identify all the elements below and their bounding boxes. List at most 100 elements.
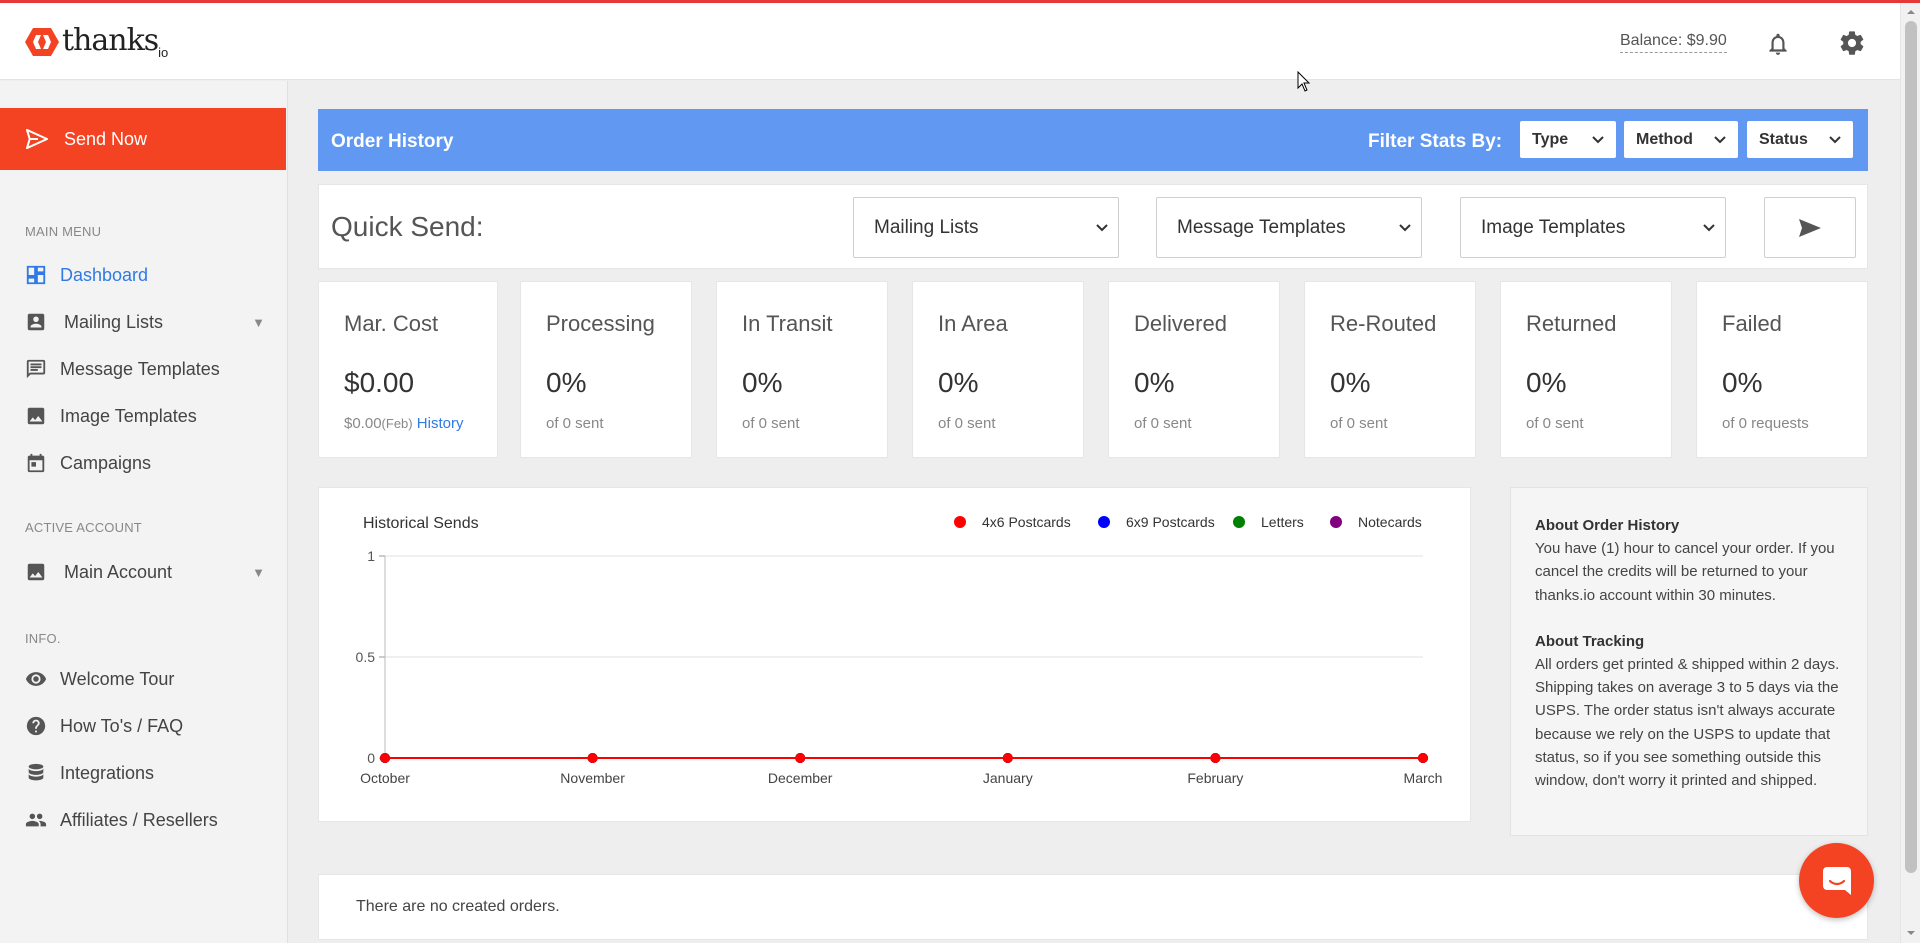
order-history-bar: Order History Filter Stats By: Type Meth… — [318, 109, 1868, 171]
filter-type-label: Type — [1532, 130, 1569, 148]
chevron-down-icon — [1703, 223, 1715, 231]
legend-label: Letters — [1261, 514, 1304, 530]
sidebar: Send Now MAIN MENU Dashboard Mailing Lis… — [0, 81, 288, 943]
previous-month: (Feb) — [381, 416, 413, 431]
sidebar-item-image-templates[interactable]: Image Templates — [25, 398, 265, 434]
sidebar-item-integrations[interactable]: Integrations — [25, 755, 265, 791]
scrollbar-thumb[interactable] — [1905, 21, 1917, 873]
stat-title: Returned — [1526, 311, 1617, 336]
section-label-main-menu: MAIN MENU — [25, 224, 102, 239]
stat-card-failed: Failed 0% of 0 requests — [1696, 281, 1868, 458]
stat-sub: of 0 sent — [1330, 415, 1388, 432]
message-icon — [26, 359, 46, 379]
caret-down-icon[interactable]: ▼ — [252, 315, 265, 330]
chevron-down-icon — [1829, 135, 1841, 143]
send-now-label: Send Now — [64, 128, 148, 149]
logo-text: thanksio — [62, 23, 169, 60]
image-templates-select-value: Image Templates — [1481, 216, 1626, 238]
filter-type-dropdown[interactable]: Type — [1520, 121, 1616, 158]
chevron-down-icon — [1096, 223, 1108, 231]
stat-value: $0.00 — [344, 367, 415, 398]
bell-icon[interactable] — [1765, 31, 1791, 57]
chat-icon — [1822, 866, 1851, 895]
previous-cost: $0.00 — [344, 415, 382, 432]
filter-status-dropdown[interactable]: Status — [1747, 121, 1853, 158]
about-order-history-title: About Order History — [1535, 517, 1680, 534]
data-point — [380, 753, 390, 763]
data-point — [1002, 753, 1013, 763]
stat-title: Re-Routed — [1330, 311, 1437, 336]
y-tick-label: 0.5 — [356, 649, 376, 665]
send-now-button[interactable]: Send Now — [0, 108, 286, 170]
sidebar-item-label: How To's / FAQ — [60, 715, 184, 736]
message-templates-select-value: Message Templates — [1177, 216, 1346, 238]
stat-sub: of 0 sent — [1134, 415, 1192, 432]
sidebar-item-label: Mailing Lists — [64, 311, 164, 332]
image-templates-select[interactable]: Image Templates — [1460, 197, 1726, 258]
history-link[interactable]: History — [417, 415, 464, 432]
mouse-cursor-icon — [1297, 71, 1311, 92]
sidebar-item-message-templates[interactable]: Message Templates — [25, 351, 265, 387]
message-templates-select[interactable]: Message Templates — [1156, 197, 1422, 258]
balance-link[interactable]: Balance: $9.90 — [1620, 32, 1727, 53]
filter-stats-label: Filter Stats By: — [1368, 131, 1503, 152]
sidebar-item-campaigns[interactable]: Campaigns — [25, 445, 265, 481]
stat-title: Processing — [546, 311, 655, 336]
sidebar-item-affiliates[interactable]: Affiliates / Resellers — [25, 802, 265, 838]
caret-down-icon[interactable]: ▼ — [252, 565, 265, 580]
legend-marker — [1330, 516, 1342, 528]
image-icon — [27, 407, 45, 425]
about-panel: About Order History You have (1) hour to… — [1510, 487, 1868, 836]
gear-icon[interactable] — [1838, 29, 1866, 57]
contacts-icon — [27, 313, 45, 331]
chat-launcher-button[interactable] — [1799, 843, 1874, 918]
legend-label: Notecards — [1358, 514, 1422, 530]
stat-value: 0% — [1722, 367, 1763, 398]
chevron-down-icon — [1592, 135, 1604, 143]
stat-sub: $0.00(Feb) History — [344, 415, 463, 432]
sidebar-item-how-tos[interactable]: How To's / FAQ — [25, 708, 265, 744]
orders-table-card: There are no created orders. — [318, 874, 1868, 940]
stat-value: 0% — [1526, 367, 1567, 398]
stat-card-in-transit: In Transit 0% of 0 sent — [716, 281, 888, 458]
database-icon — [28, 763, 44, 781]
filter-status-label: Status — [1759, 130, 1808, 148]
page-scrollbar[interactable] — [1900, 3, 1920, 943]
stat-value: 0% — [938, 367, 979, 398]
y-tick-label: 1 — [367, 548, 375, 564]
sidebar-item-dashboard[interactable]: Dashboard — [25, 257, 265, 293]
x-tick-label: March — [1404, 770, 1443, 786]
about-order-history-text: You have (1) hour to cancel your order. … — [1535, 540, 1835, 604]
stat-title: In Transit — [742, 311, 833, 336]
historical-sends-chart: Historical Sends 1 0.5 0 October November Dece… — [356, 514, 1443, 786]
stat-title: Delivered — [1134, 311, 1227, 336]
scroll-down-arrow-icon[interactable] — [1906, 928, 1916, 938]
sidebar-item-mailing-lists[interactable]: Mailing Lists ▼ — [25, 304, 265, 340]
scroll-up-arrow-icon[interactable] — [1906, 7, 1916, 17]
logo[interactable]: thanksio — [24, 23, 168, 60]
stat-value: 0% — [1330, 367, 1371, 398]
sidebar-item-welcome-tour[interactable]: Welcome Tour — [25, 661, 265, 697]
filter-method-label: Method — [1636, 130, 1693, 148]
about-tracking-text: All orders get printed & shipped within … — [1535, 656, 1840, 790]
quick-send-label: Quick Send: — [331, 211, 484, 242]
section-label-info: INFO. — [25, 631, 61, 646]
quick-send-button[interactable] — [1764, 197, 1856, 258]
x-tick-label: February — [1187, 770, 1243, 786]
mailing-lists-select[interactable]: Mailing Lists — [853, 197, 1119, 258]
x-tick-label: December — [768, 770, 833, 786]
legend-marker — [1233, 516, 1245, 528]
legend-marker — [954, 516, 966, 528]
x-tick-label: November — [560, 770, 625, 786]
sidebar-item-main-account[interactable]: Main Account ▼ — [25, 554, 265, 590]
filter-method-dropdown[interactable]: Method — [1624, 121, 1738, 158]
page-title: Order History — [331, 131, 454, 152]
sidebar-item-label: Message Templates — [60, 358, 220, 379]
stat-sub: of 0 sent — [938, 415, 996, 432]
stat-card-in-area: In Area 0% of 0 sent — [912, 281, 1084, 458]
stat-card-returned: Returned 0% of 0 sent — [1500, 281, 1672, 458]
send-icon — [1799, 218, 1821, 237]
sidebar-item-label: Welcome Tour — [60, 668, 175, 689]
legend-label: 4x6 Postcards — [982, 514, 1071, 530]
stat-title: Mar. Cost — [344, 311, 439, 336]
